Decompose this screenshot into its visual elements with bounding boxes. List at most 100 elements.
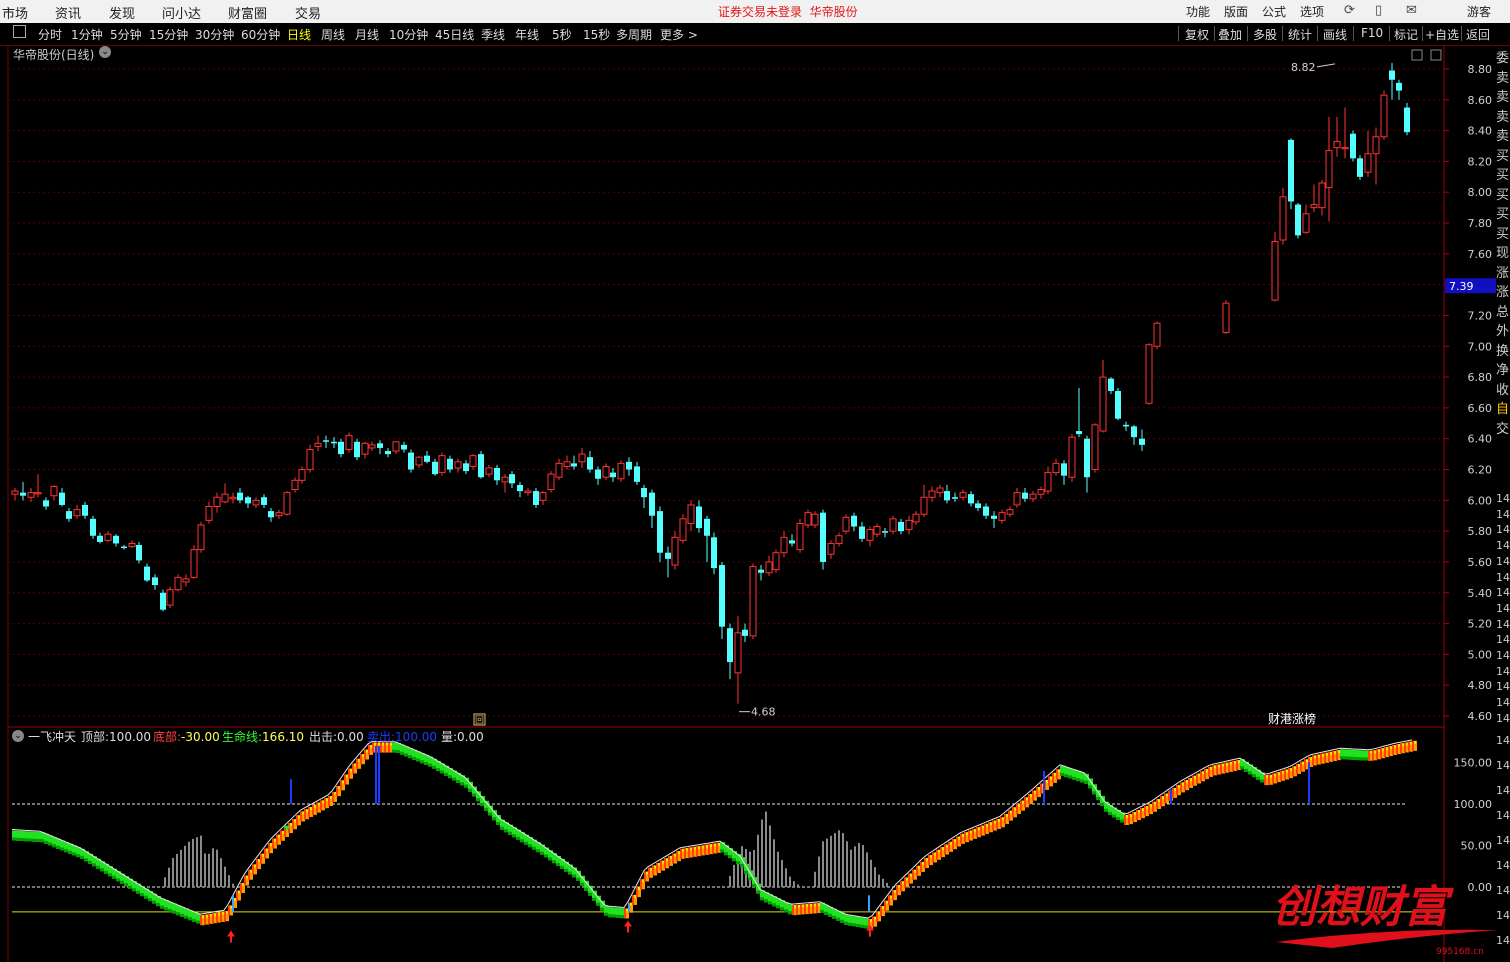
sell-bar xyxy=(1170,789,1172,804)
ribbon-rise-edge xyxy=(1392,745,1394,756)
side-panel-value: 14 xyxy=(1496,570,1510,584)
histogram-bar xyxy=(874,867,876,887)
sell-label: 卖出: xyxy=(367,730,396,744)
menu-formula[interactable]: 公式 xyxy=(1262,3,1286,20)
candle-body xyxy=(1271,241,1279,301)
menu-layout[interactable]: 版面 xyxy=(1224,3,1248,20)
ribbon-rise-edge xyxy=(268,843,270,854)
histogram-bar xyxy=(826,838,828,887)
ribbon-rise-edge xyxy=(1004,813,1006,824)
menu-options[interactable]: 选项 xyxy=(1300,3,1324,20)
period-10min[interactable]: 10分钟 xyxy=(389,26,428,43)
candle-body xyxy=(1091,424,1099,471)
btn-overlay[interactable]: 叠加 xyxy=(1218,26,1242,43)
phone-icon[interactable]: ▯ xyxy=(1375,3,1382,18)
ribbon-rise-hi xyxy=(242,883,244,887)
period-daily[interactable]: 日线 xyxy=(287,26,311,43)
btn-add-watch[interactable]: +自选 xyxy=(1425,26,1459,43)
menu-wenxiaoda[interactable]: 问小达 xyxy=(162,3,201,22)
ribbon-rise-edge xyxy=(668,855,670,866)
candle-body xyxy=(245,497,251,504)
candle-body xyxy=(882,531,888,533)
ribbon-rise-hi xyxy=(226,911,228,915)
menu-trade[interactable]: 交易 xyxy=(295,3,321,22)
period-monthly[interactable]: 月线 xyxy=(355,26,379,43)
period-fenshi[interactable]: 分时 xyxy=(38,26,62,43)
ribbon-rise-edge xyxy=(1396,744,1398,755)
period-60min[interactable]: 60分钟 xyxy=(241,26,280,43)
period-15sec[interactable]: 15秒 xyxy=(583,26,610,43)
ribbon-rise-hi xyxy=(1270,774,1272,778)
btn-mark[interactable]: 标记 xyxy=(1394,26,1418,43)
ribbon-rise-edge xyxy=(920,861,922,872)
menu-function[interactable]: 功能 xyxy=(1186,3,1210,20)
period-45day[interactable]: 45日线 xyxy=(435,26,474,43)
histogram-bar xyxy=(188,841,190,887)
period-multi[interactable]: 多周期 xyxy=(616,26,652,43)
candle-body xyxy=(780,536,788,554)
period-year[interactable]: 年线 xyxy=(515,26,539,43)
period-5min[interactable]: 5分钟 xyxy=(110,26,142,43)
ribbon-rise-edge xyxy=(312,804,314,815)
more-button[interactable]: 更多 > xyxy=(660,26,698,43)
guest-label[interactable]: 游客 xyxy=(1467,3,1491,20)
price-tick-label: 6.40 xyxy=(1468,433,1493,446)
btn-fuquan[interactable]: 复权 xyxy=(1185,26,1209,43)
login-notice[interactable]: 证券交易未登录 华帝股份 xyxy=(718,3,858,20)
menu-discover[interactable]: 发现 xyxy=(109,3,135,22)
indicator-top-label: 顶部:100.00 xyxy=(81,728,151,745)
ribbon-rise-edge xyxy=(1264,775,1266,786)
period-1min[interactable]: 1分钟 xyxy=(71,26,103,43)
period-weekly[interactable]: 周线 xyxy=(321,26,345,43)
period-5sec[interactable]: 5秒 xyxy=(552,26,572,43)
btn-stats[interactable]: 统计 xyxy=(1288,26,1312,43)
candle-body xyxy=(1123,424,1129,427)
kline-chart[interactable]: 8.82 4.68 回 财港涨榜 8.80 8.60 8.40 8.20 8.00 7.80 7.… xyxy=(0,45,1510,962)
candle-body xyxy=(1061,463,1067,476)
period-quarter[interactable]: 季线 xyxy=(481,26,505,43)
mail-icon[interactable]: ✉ xyxy=(1406,3,1417,18)
candle-body xyxy=(727,628,733,663)
candle-body xyxy=(1404,107,1410,133)
btn-draw[interactable]: 画线 xyxy=(1323,26,1347,43)
chart-title: 华帝股份(日线) xyxy=(13,48,95,62)
btn-f10[interactable]: F10 xyxy=(1361,26,1383,40)
menu-news[interactable]: 资讯 xyxy=(55,3,81,22)
period-15min[interactable]: 15分钟 xyxy=(149,26,188,43)
ribbon-rise-hi xyxy=(670,855,672,859)
histogram-bar xyxy=(172,857,174,887)
stock-link[interactable]: 华帝股份 xyxy=(810,5,858,19)
refresh-icon[interactable]: ⟳ xyxy=(1344,3,1355,18)
chevron-down-icon[interactable]: ⌄ xyxy=(12,730,24,742)
candle-body xyxy=(291,479,299,491)
ribbon-rise-hi xyxy=(718,842,720,846)
ribbon-rise-edge xyxy=(348,768,350,779)
price-tick-label: 8.00 xyxy=(1468,186,1493,199)
candle-body xyxy=(306,448,314,471)
ribbon-rise-edge xyxy=(260,853,262,864)
ribbon-rise-edge xyxy=(340,780,342,791)
ribbon-rise-edge xyxy=(200,915,202,926)
chevron-down-icon[interactable]: ⌄ xyxy=(99,46,111,58)
ribbon-rise-edge xyxy=(224,911,226,922)
menu-market[interactable]: 市场 xyxy=(2,3,28,22)
candle-body xyxy=(1389,70,1395,80)
candle-body xyxy=(331,441,337,444)
side-panel-label: 收 xyxy=(1496,382,1510,398)
ribbon-rise-edge xyxy=(1272,773,1274,784)
panel-toggle-icon[interactable] xyxy=(13,25,26,38)
side-panel-value: 14 xyxy=(1496,711,1510,725)
candle-body xyxy=(772,552,780,571)
btn-multistock[interactable]: 多股 xyxy=(1253,26,1277,43)
candle-body xyxy=(1115,390,1121,419)
ribbon-rise-edge xyxy=(1000,817,1002,828)
btn-back[interactable]: 返回 xyxy=(1466,26,1490,43)
period-30min[interactable]: 30分钟 xyxy=(195,26,234,43)
watermark-url: 995168.cn xyxy=(1436,947,1484,956)
candle-body xyxy=(547,473,555,491)
menu-caifuquan[interactable]: 财富圈 xyxy=(228,3,267,22)
histogram-bar xyxy=(232,883,234,887)
ribbon-rise-hi xyxy=(366,749,368,753)
ribbon-rise-edge xyxy=(1020,800,1022,811)
ribbon-rise-hi xyxy=(1298,763,1300,767)
